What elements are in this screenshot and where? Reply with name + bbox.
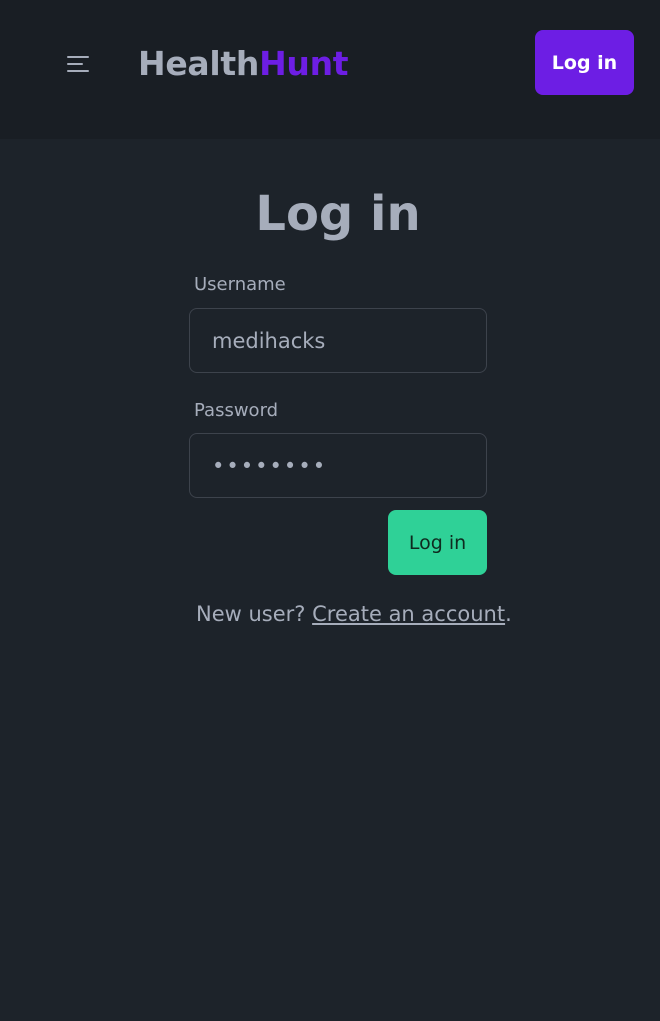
password-input[interactable]	[189, 433, 487, 498]
page-title: Log in	[255, 186, 421, 242]
signup-prompt-suffix: .	[505, 602, 512, 626]
header-login-button[interactable]: Log in	[535, 30, 634, 95]
brand-text-hunt: Hunt	[259, 44, 349, 83]
username-input[interactable]	[189, 308, 487, 373]
brand-text-health: Health	[138, 44, 260, 83]
password-label: Password	[194, 400, 279, 421]
hamburger-menu-icon	[67, 56, 89, 72]
brand-logo[interactable]: HealthHunt	[138, 44, 349, 84]
menu-button[interactable]	[58, 44, 98, 84]
signup-prompt-text: New user?	[196, 602, 313, 626]
create-account-link[interactable]: Create an account	[312, 602, 505, 626]
username-label: Username	[194, 274, 286, 295]
submit-login-button[interactable]: Log in	[388, 510, 487, 575]
signup-prompt: New user? Create an account.	[196, 602, 512, 626]
navbar: HealthHunt Log in	[0, 0, 660, 139]
